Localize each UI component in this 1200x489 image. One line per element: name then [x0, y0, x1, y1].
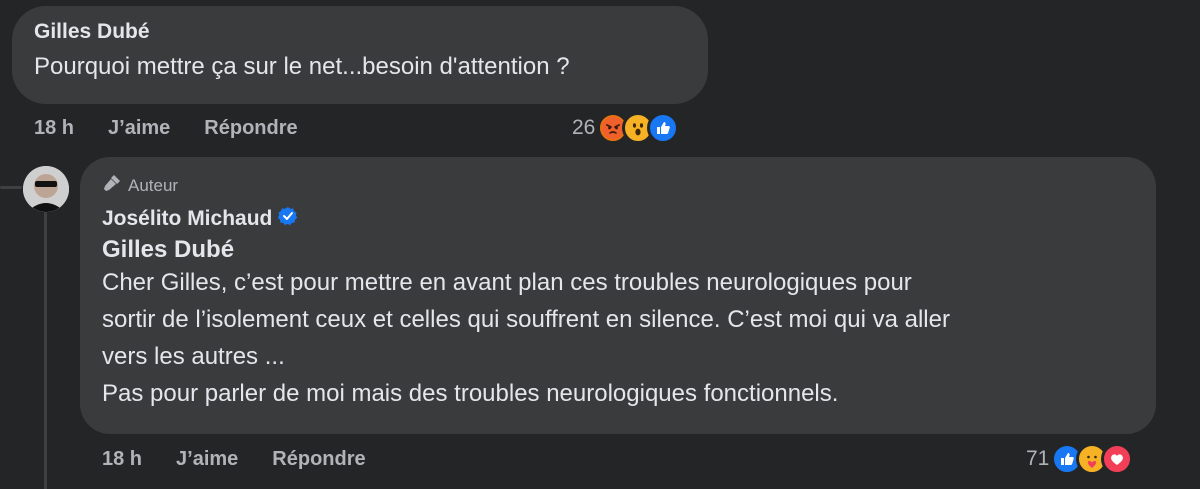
- comment-bubble: Gilles Dubé Pourquoi mettre ça sur le ne…: [12, 6, 708, 104]
- author-badge: Auteur: [102, 173, 1134, 198]
- text-line: Pas pour parler de moi mais des troubles…: [102, 380, 839, 407]
- comment-text: Pourquoi mettre ça sur le net...besoin d…: [34, 53, 570, 80]
- comment-author: Josélito Michaud: [102, 206, 1134, 232]
- verified-icon: [278, 206, 298, 232]
- comment-text: Cher Gilles, c’est pour mettre en avant …: [102, 264, 1134, 412]
- text-line: vers les autres ...: [102, 343, 285, 370]
- reply-actions: 18 h J’aime Répondre: [102, 448, 400, 471]
- reaction-summary[interactable]: 71: [1026, 443, 1134, 475]
- text-line: sortir de l’isolement ceux et celles qui…: [102, 306, 950, 333]
- avatar[interactable]: [23, 166, 69, 212]
- reaction-count: 26: [572, 116, 596, 139]
- comment-author[interactable]: Gilles Dubé: [34, 20, 686, 44]
- thread-line: [44, 212, 47, 489]
- reply-bubble: Auteur Josélito Michaud Gilles Dubé Cher…: [80, 157, 1156, 434]
- comment-time[interactable]: 18 h: [102, 448, 142, 471]
- mention-tag[interactable]: Gilles Dubé: [102, 236, 1134, 264]
- microphone-icon: [102, 173, 122, 198]
- author-name[interactable]: Josélito Michaud: [102, 207, 272, 231]
- reaction-summary[interactable]: 26: [572, 112, 680, 144]
- love-icon: [1101, 443, 1134, 475]
- text-line: Cher Gilles, c’est pour mettre en avant …: [102, 269, 912, 296]
- badge-label: Auteur: [128, 175, 179, 195]
- reaction-count: 71: [1026, 447, 1050, 470]
- like-button[interactable]: J’aime: [108, 117, 170, 140]
- thread-connector: [0, 186, 22, 189]
- comment-actions: 18 h J’aime Répondre: [34, 117, 332, 140]
- reply-button[interactable]: Répondre: [204, 117, 297, 140]
- reply-button[interactable]: Répondre: [272, 448, 365, 471]
- like-icon: [647, 112, 680, 144]
- comment-time[interactable]: 18 h: [34, 117, 74, 140]
- like-button[interactable]: J’aime: [176, 448, 238, 471]
